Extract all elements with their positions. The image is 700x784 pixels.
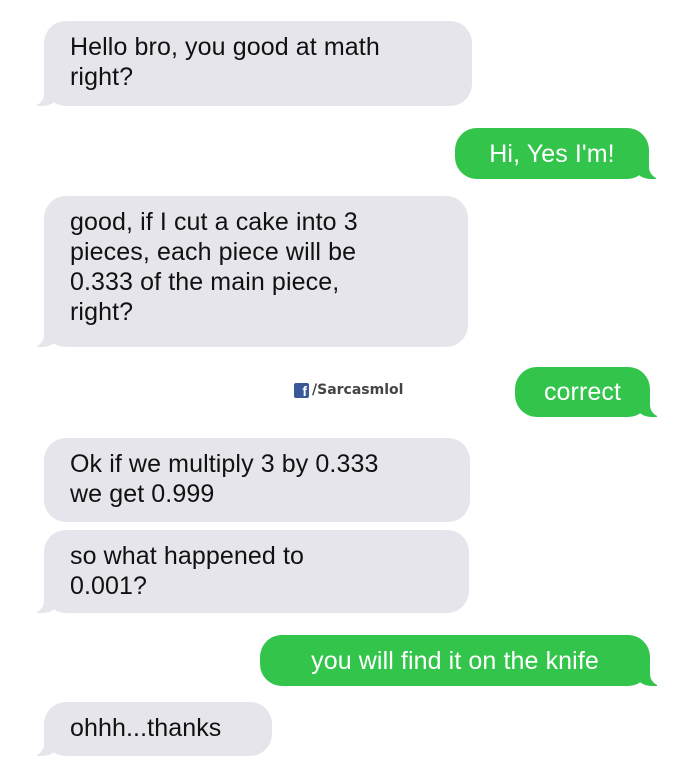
- message-text: you will find it on the knife: [311, 646, 599, 675]
- message-bubble-incoming: so what happened to 0.001?: [22, 530, 469, 613]
- message-thread: Hello bro, you good at math right? Hi, Y…: [0, 0, 700, 784]
- facebook-icon: f: [294, 382, 309, 398]
- message-bubble-incoming: ohhh...thanks: [22, 702, 272, 756]
- message-bubble-outgoing: correct: [515, 367, 672, 417]
- message-text: good, if I cut a cake into 3 pieces, eac…: [70, 208, 358, 326]
- message-text: so what happened to 0.001?: [70, 542, 305, 600]
- message-text: Hi, Yes I'm!: [489, 139, 615, 168]
- message-text: Ok if we multiply 3 by 0.333 we get 0.99…: [70, 450, 379, 508]
- message-bubble-incoming: Ok if we multiply 3 by 0.333 we get 0.99…: [44, 438, 470, 522]
- message-bubble-incoming: good, if I cut a cake into 3 pieces, eac…: [22, 196, 468, 347]
- message-bubble-outgoing: Hi, Yes I'm!: [455, 128, 671, 179]
- message-text: ohhh...thanks: [70, 714, 222, 742]
- watermark: f /Sarcasmlol: [294, 382, 403, 398]
- message-bubble-outgoing: you will find it on the knife: [260, 635, 672, 686]
- watermark-text: /Sarcasmlol: [312, 382, 404, 398]
- message-bubble-incoming: Hello bro, you good at math right?: [22, 21, 472, 106]
- message-text: Hello bro, you good at math right?: [70, 33, 380, 91]
- message-text: correct: [543, 378, 622, 406]
